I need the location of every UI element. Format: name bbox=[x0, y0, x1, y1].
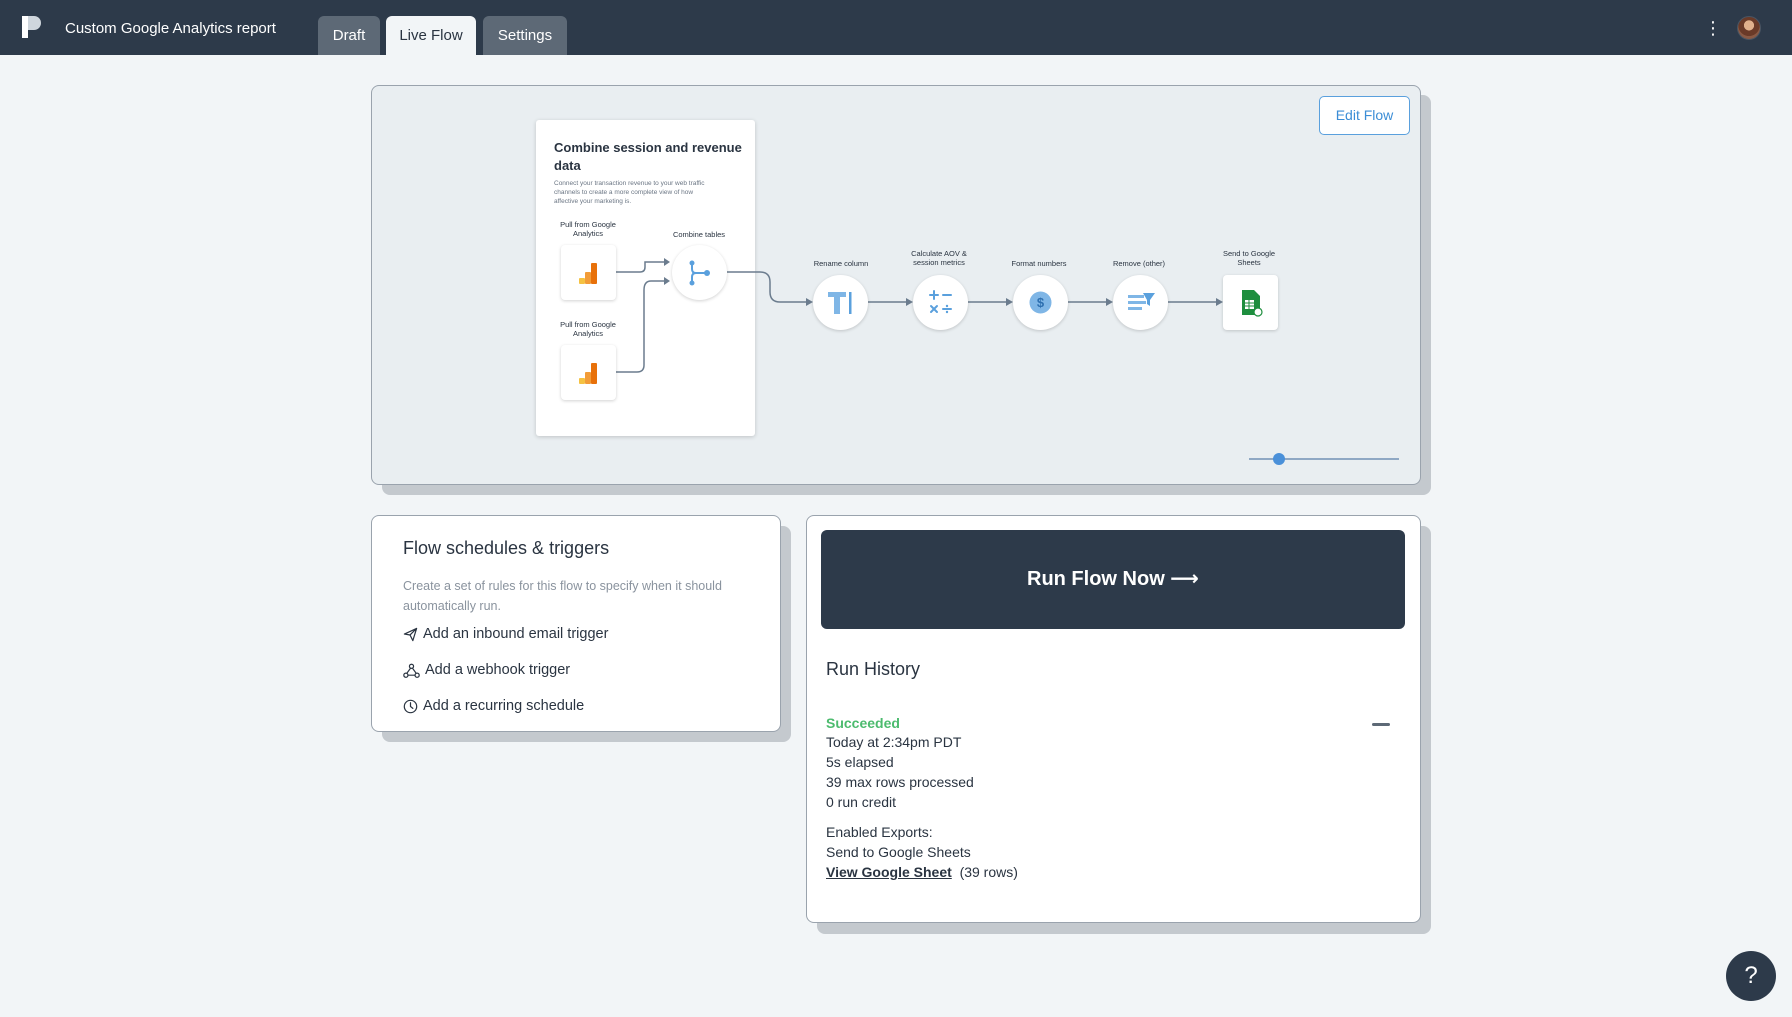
schedules-description: Create a set of rules for this flow to s… bbox=[403, 579, 722, 613]
dollar-icon: $ bbox=[1029, 291, 1052, 314]
node-label-rename: Rename column bbox=[813, 259, 869, 268]
filter-icon bbox=[1128, 293, 1155, 310]
run-history-title: Run History bbox=[826, 659, 921, 679]
calculator-icon bbox=[929, 290, 952, 314]
run-rows: 39 max rows processed bbox=[826, 774, 974, 790]
add-recurring-schedule-button[interactable]: Add a recurring schedule bbox=[403, 698, 584, 714]
collapse-run-icon[interactable] bbox=[1372, 723, 1390, 726]
export-row-count: (39 rows) bbox=[959, 864, 1018, 880]
node-label-sheets: Send to Google Sheets bbox=[1222, 249, 1276, 267]
zoom-slider-handle[interactable] bbox=[1273, 453, 1285, 465]
run-credit: 0 run credit bbox=[826, 794, 897, 810]
run-elapsed: 5s elapsed bbox=[826, 754, 894, 770]
run-status-badge: Succeeded bbox=[826, 715, 900, 731]
paper-plane-icon bbox=[403, 627, 418, 641]
webhook-icon bbox=[403, 663, 420, 678]
combine-icon bbox=[689, 260, 710, 286]
node-label-pull-ga-2: Pull from Google Analytics bbox=[560, 320, 616, 338]
google-sheets-icon bbox=[1242, 290, 1263, 317]
run-time: Today at 2:34pm PDT bbox=[826, 734, 962, 750]
trigger-label: Add a recurring schedule bbox=[423, 698, 585, 714]
trigger-label: Add an inbound email trigger bbox=[423, 626, 609, 642]
google-analytics-icon bbox=[579, 363, 597, 384]
add-webhook-trigger-button[interactable]: Add a webhook trigger bbox=[403, 662, 570, 678]
text-cursor-icon bbox=[828, 292, 852, 314]
node-combine-tables[interactable] bbox=[672, 245, 727, 300]
trigger-label: Add a webhook trigger bbox=[425, 662, 571, 678]
node-send-google-sheets[interactable] bbox=[1223, 275, 1278, 330]
node-label-combine: Combine tables bbox=[672, 230, 726, 239]
google-analytics-icon bbox=[579, 263, 597, 284]
node-calculate-aov[interactable] bbox=[913, 275, 968, 330]
export-name: Send to Google Sheets bbox=[826, 844, 971, 860]
view-google-sheet-link[interactable]: View Google Sheet bbox=[826, 864, 952, 880]
node-label-format: Format numbers bbox=[1011, 259, 1067, 268]
schedules-card: Flow schedules & triggers Create a set o… bbox=[371, 515, 781, 732]
add-email-trigger-button[interactable]: Add an inbound email trigger bbox=[403, 626, 608, 642]
clock-icon bbox=[403, 699, 418, 713]
zoom-slider-track[interactable] bbox=[1249, 458, 1399, 460]
schedules-title: Flow schedules & triggers bbox=[403, 538, 610, 558]
node-label-remove: Remove (other) bbox=[1112, 259, 1166, 268]
node-pull-google-analytics-1[interactable] bbox=[561, 245, 616, 300]
node-remove-other[interactable] bbox=[1113, 275, 1168, 330]
node-format-numbers[interactable]: $ bbox=[1013, 275, 1068, 330]
svg-text:$: $ bbox=[1037, 295, 1045, 310]
node-rename-column[interactable] bbox=[813, 275, 868, 330]
export-link-row: View Google Sheet (39 rows) bbox=[826, 864, 1018, 880]
node-label-calculate: Calculate AOV & session metrics bbox=[911, 249, 967, 267]
node-label-pull-ga-1: Pull from Google Analytics bbox=[560, 220, 616, 238]
run-card: Run Flow Now ⟶ Run History Succeeded Tod… bbox=[806, 515, 1421, 923]
exports-label: Enabled Exports: bbox=[826, 824, 933, 840]
node-pull-google-analytics-2[interactable] bbox=[561, 345, 616, 400]
run-flow-now-button[interactable]: Run Flow Now ⟶ bbox=[821, 530, 1405, 629]
help-button[interactable]: ? bbox=[1726, 951, 1776, 1001]
